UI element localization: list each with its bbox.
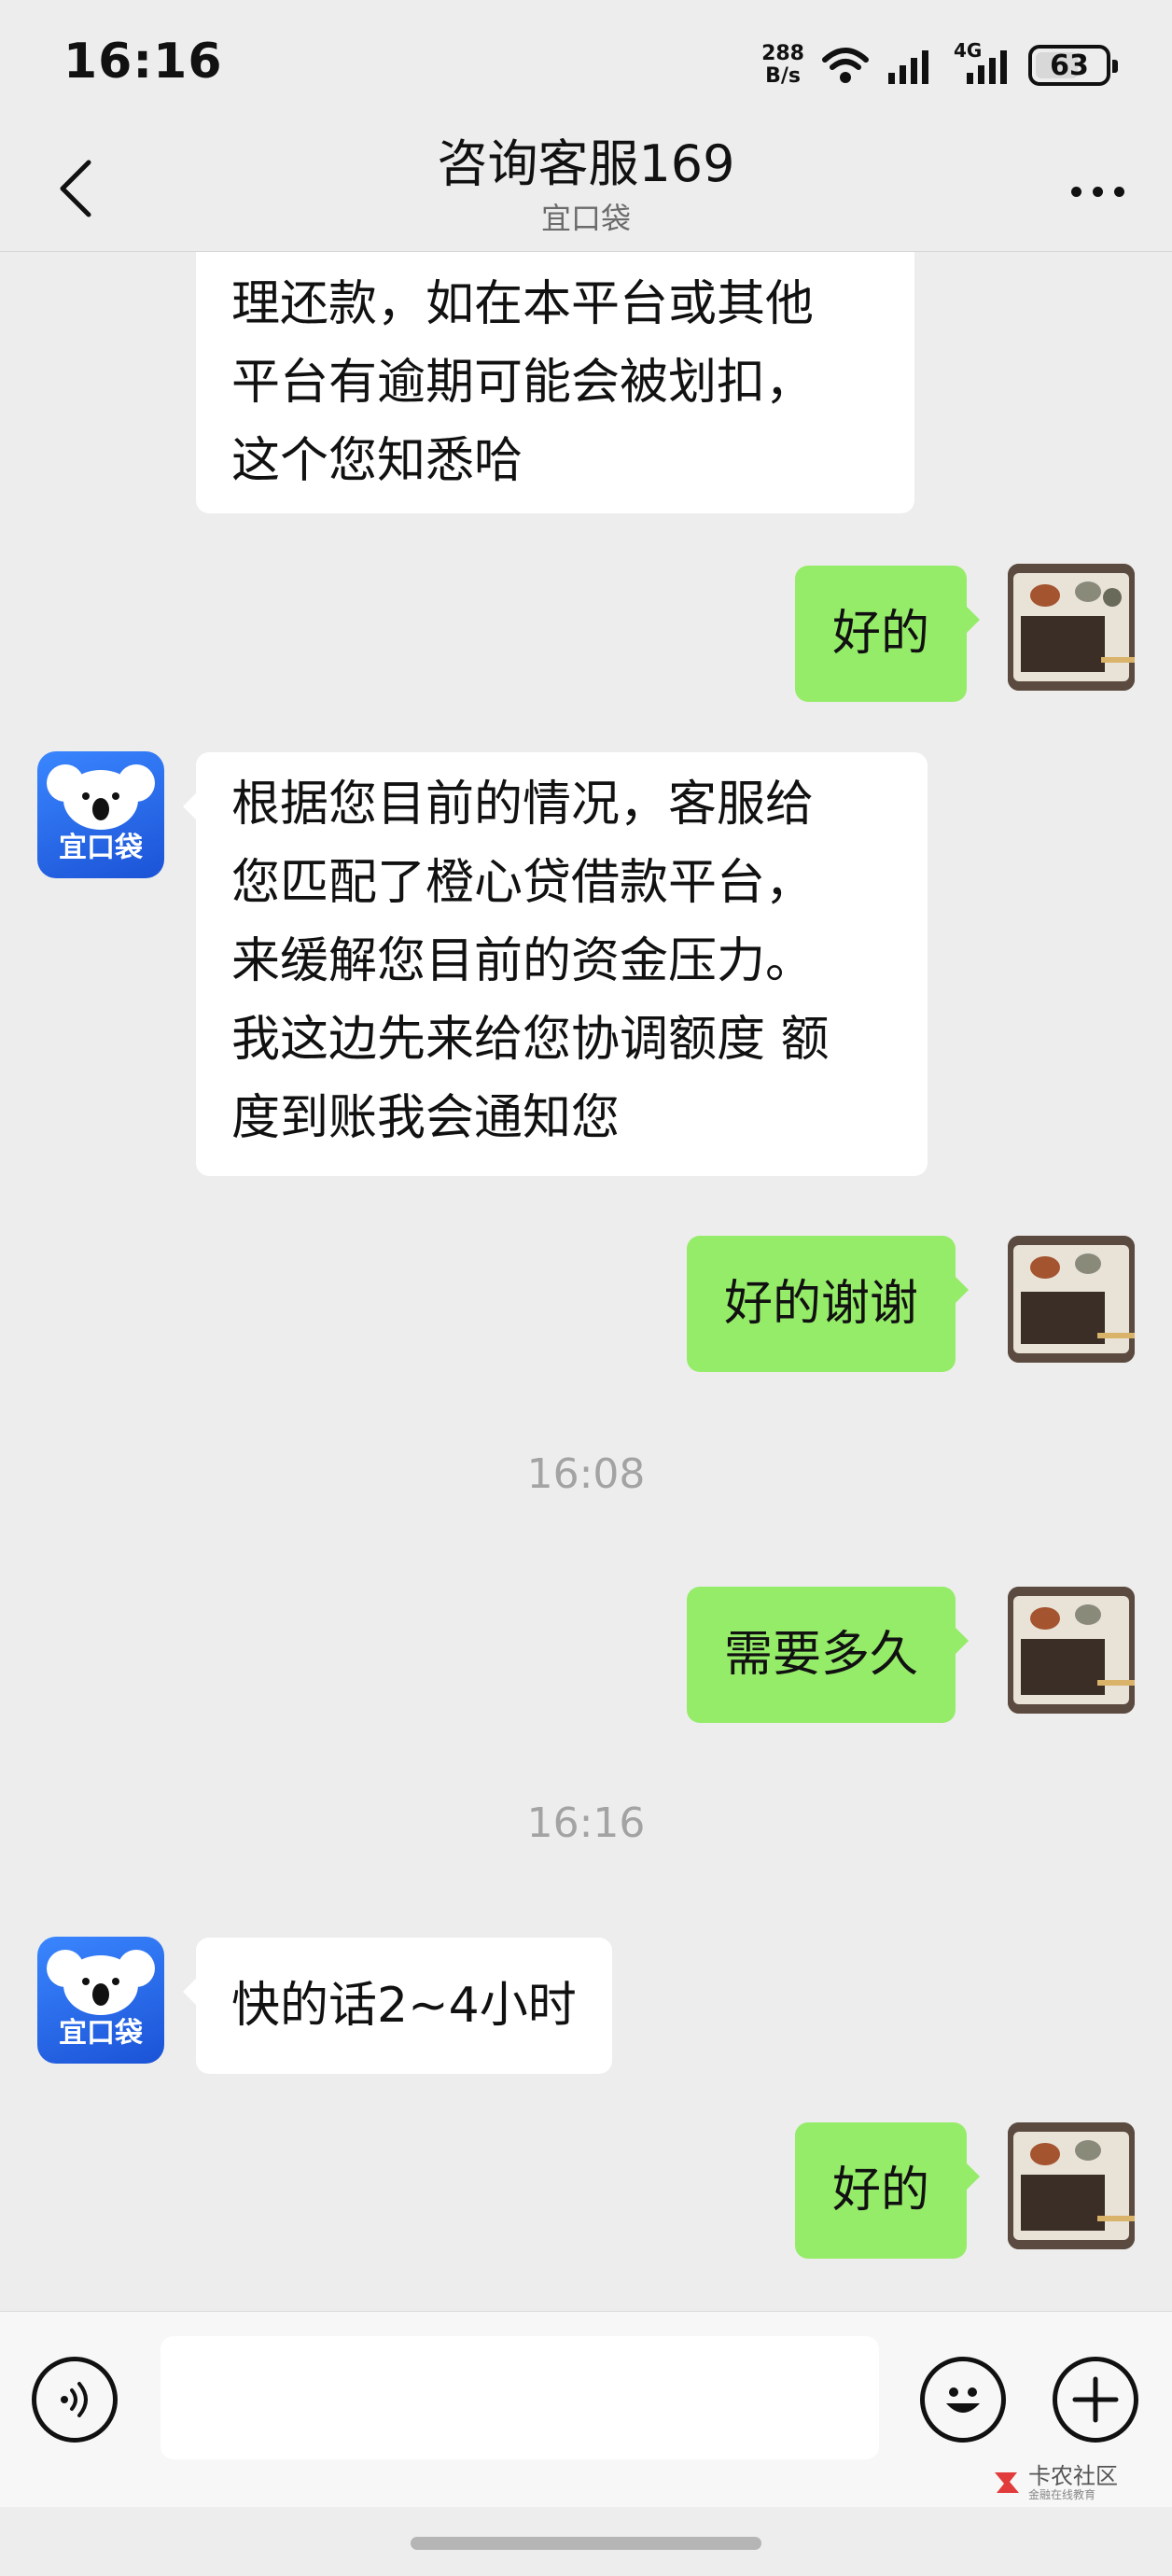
- message-bubble-outgoing[interactable]: 好的: [795, 2122, 981, 2259]
- message-bubble-incoming[interactable]: 根据您目前的情况，客服给 您匹配了橙心贷借款平台， 来缓解您目前的资金压力。 我…: [183, 752, 928, 1176]
- nav-title-group: 咨询客服169 宜口袋: [0, 131, 1172, 239]
- page-title: 咨询客服169: [437, 134, 735, 193]
- message-bubble-incoming[interactable]: 快的话2~4小时: [183, 1938, 612, 2074]
- plus-icon: [1072, 2376, 1119, 2423]
- wifi-icon: [822, 48, 869, 83]
- signal-icon: [888, 50, 928, 84]
- voice-icon: [61, 2382, 88, 2417]
- watermark-text: 卡农社区 金融在线教育: [1028, 2464, 1118, 2501]
- status-bar: 16:16 288 B/s 4G 63: [0, 0, 1172, 131]
- watermark-main: 卡农社区: [1028, 2463, 1118, 2489]
- timestamp: 16:08: [526, 1450, 646, 1498]
- user-avatar[interactable]: [1008, 1236, 1135, 1363]
- battery-icon: 63: [1028, 45, 1118, 86]
- watermark-logo-icon: [995, 2472, 1019, 2493]
- chat-area[interactable]: 理还款，如在本平台或其他 平台有逾期可能会被划扣， 这个您知悉哈 好的 宜口袋 …: [0, 252, 1172, 2305]
- user-avatar-image: [1008, 1236, 1135, 1363]
- more-dot-icon: [1113, 186, 1124, 197]
- emoji-button[interactable]: [920, 2357, 1006, 2443]
- watermark: 卡农社区 金融在线教育: [991, 2464, 1118, 2501]
- user-avatar-image: [1008, 1587, 1135, 1714]
- nav-bar: 咨询客服169 宜口袋: [0, 131, 1172, 252]
- user-avatar[interactable]: [1008, 564, 1135, 691]
- status-icons: 288 B/s 4G 63: [761, 37, 1118, 93]
- agent-avatar[interactable]: 宜口袋: [37, 751, 164, 878]
- user-avatar[interactable]: [1008, 2122, 1135, 2249]
- message-bubble-outgoing[interactable]: 需要多久: [687, 1587, 970, 1723]
- battery-level: 63: [1050, 49, 1089, 82]
- plus-button[interactable]: [1053, 2357, 1138, 2443]
- message-bubble-outgoing[interactable]: 好的: [795, 566, 981, 702]
- signal-4g-icon: 4G: [954, 39, 1012, 86]
- user-avatar-image: [1008, 564, 1135, 691]
- status-time: 16:16: [63, 34, 223, 90]
- user-avatar-image: [1008, 2122, 1135, 2249]
- timestamp: 16:16: [526, 1799, 646, 1847]
- message-bubble-incoming[interactable]: 理还款，如在本平台或其他 平台有逾期可能会被划扣， 这个您知悉哈: [196, 252, 914, 513]
- emoji-icon: [946, 2387, 980, 2413]
- watermark-sub: 金融在线教育: [1028, 2488, 1096, 2501]
- more-button[interactable]: [1060, 168, 1135, 215]
- net-speed-unit: B/s: [765, 64, 801, 88]
- message-bubble-outgoing[interactable]: 好的谢谢: [687, 1236, 970, 1372]
- user-avatar[interactable]: [1008, 1587, 1135, 1714]
- agent-avatar[interactable]: 宜口袋: [37, 1937, 164, 2064]
- message-input[interactable]: [160, 2336, 879, 2459]
- more-dot-icon: [1092, 186, 1103, 197]
- more-dot-icon: [1070, 186, 1081, 197]
- voice-button[interactable]: [32, 2357, 118, 2443]
- page-subtitle: 宜口袋: [540, 201, 631, 236]
- net-speed-value: 288: [761, 42, 804, 65]
- home-indicator[interactable]: [411, 2537, 761, 2550]
- agent-avatar-label: 宜口袋: [59, 2017, 143, 2050]
- agent-avatar-label: 宜口袋: [59, 832, 143, 864]
- net-speed: 288 B/s: [761, 43, 804, 88]
